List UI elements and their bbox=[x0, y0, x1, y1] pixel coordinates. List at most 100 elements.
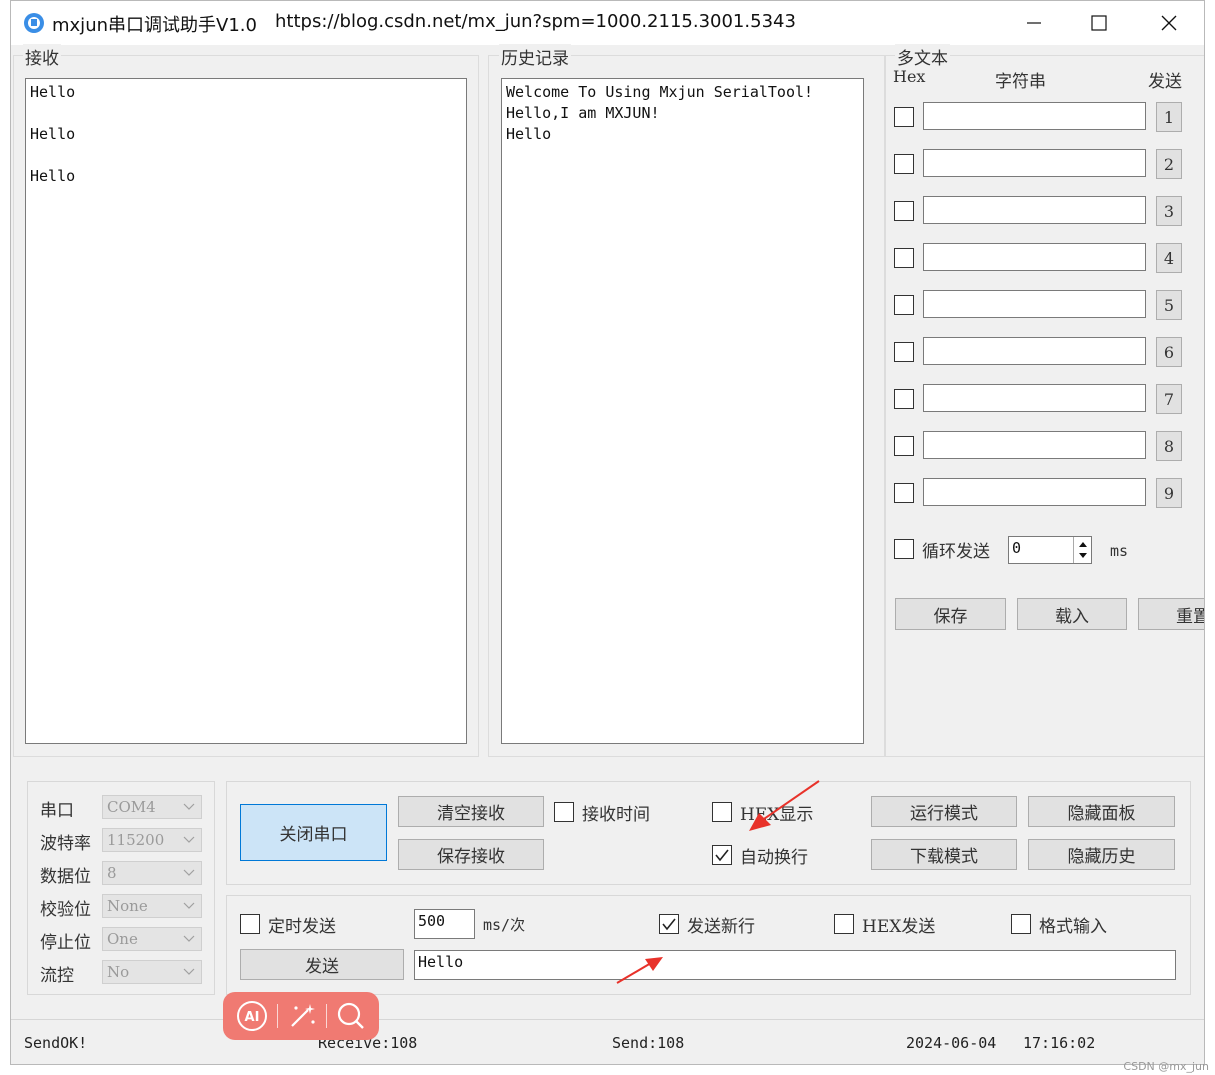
flow-label: 流控 bbox=[40, 966, 74, 986]
parity-select[interactable]: None bbox=[102, 894, 202, 918]
multi-send-button-4[interactable]: 4 bbox=[1156, 243, 1182, 273]
databits-select[interactable]: 8 bbox=[102, 861, 202, 885]
hide-history-button[interactable]: 隐藏历史 bbox=[1028, 839, 1175, 870]
chevron-down-icon bbox=[183, 803, 195, 810]
receive-time-checkbox[interactable] bbox=[554, 802, 574, 822]
maximize-button[interactable] bbox=[1067, 1, 1131, 45]
status-send-count: Send:108 bbox=[612, 1034, 685, 1052]
run-mode-button[interactable]: 运行模式 bbox=[871, 796, 1017, 827]
flow-select-value: No bbox=[107, 963, 130, 981]
multi-hex-checkbox-5[interactable] bbox=[894, 295, 914, 315]
multi-send-button-7[interactable]: 7 bbox=[1156, 384, 1182, 414]
hex-send-checkbox[interactable] bbox=[834, 914, 854, 934]
multi-hex-checkbox-2[interactable] bbox=[894, 154, 914, 174]
chevron-down-icon bbox=[183, 902, 195, 909]
chevron-down-icon bbox=[183, 935, 195, 942]
multi-string-input-4[interactable] bbox=[923, 243, 1146, 271]
stopbits-select[interactable]: One bbox=[102, 927, 202, 951]
auto-wrap-label: 自动换行 bbox=[740, 848, 808, 868]
window-title: mxjun串口调试助手V1.0 bbox=[52, 15, 257, 36]
baud-select-value: 115200 bbox=[107, 831, 165, 849]
send-text-input[interactable]: Hello bbox=[414, 950, 1176, 980]
multi-hex-checkbox-4[interactable] bbox=[894, 248, 914, 268]
spinner-arrows-icon bbox=[1079, 542, 1087, 558]
window-url: https://blog.csdn.net/mx_jun?spm=1000.21… bbox=[275, 11, 796, 32]
ai-assistant-label: AI bbox=[245, 1010, 260, 1025]
format-input-checkbox[interactable] bbox=[1011, 914, 1031, 934]
auto-wrap-checkbox[interactable] bbox=[712, 845, 732, 865]
multi-string-input-7[interactable] bbox=[923, 384, 1146, 412]
multi-hex-checkbox-1[interactable] bbox=[894, 107, 914, 127]
maximize-icon bbox=[1091, 15, 1107, 31]
multi-string-input-6[interactable] bbox=[923, 337, 1146, 365]
clear-receive-button[interactable]: 清空接收 bbox=[398, 796, 544, 827]
multi-send-button-6[interactable]: 6 bbox=[1156, 337, 1182, 367]
multi-send-button-3[interactable]: 3 bbox=[1156, 196, 1182, 226]
port-label: 串口 bbox=[40, 801, 74, 821]
app-window: mxjun串口调试助手V1.0 https://blog.csdn.net/mx… bbox=[10, 0, 1205, 1065]
multi-send-button-1[interactable]: 1 bbox=[1156, 102, 1182, 132]
app-logo-icon bbox=[24, 13, 44, 33]
databits-select-value: 8 bbox=[107, 864, 117, 882]
multi-hex-checkbox-8[interactable] bbox=[894, 436, 914, 456]
magic-wand-icon[interactable] bbox=[286, 1000, 318, 1032]
multi-hex-checkbox-6[interactable] bbox=[894, 342, 914, 362]
multi-send-button-9[interactable]: 9 bbox=[1156, 478, 1182, 508]
hex-send-label: HEX发送 bbox=[862, 917, 936, 937]
loop-interval-value: 0 bbox=[1012, 539, 1022, 557]
multi-reset-button[interactable]: 重置 bbox=[1138, 598, 1204, 630]
chevron-down-icon bbox=[183, 836, 195, 843]
multi-string-input-8[interactable] bbox=[923, 431, 1146, 459]
multi-send-button-5[interactable]: 5 bbox=[1156, 290, 1182, 320]
close-icon bbox=[1161, 15, 1177, 31]
format-input-label: 格式输入 bbox=[1039, 917, 1107, 937]
history-label: 历史记录 bbox=[499, 44, 571, 69]
multi-string-input-1[interactable] bbox=[923, 102, 1146, 130]
multi-string-input-5[interactable] bbox=[923, 290, 1146, 318]
port-select[interactable]: COM4 bbox=[102, 795, 202, 819]
search-icon[interactable] bbox=[335, 1000, 367, 1032]
timed-send-checkbox[interactable] bbox=[240, 914, 260, 934]
floating-toolbar[interactable]: AI bbox=[223, 992, 379, 1040]
string-column-header: 字符串 bbox=[995, 72, 1046, 92]
status-time: 17:16:02 bbox=[1023, 1034, 1096, 1052]
send-interval-input[interactable]: 500 bbox=[414, 909, 475, 939]
loop-interval-input[interactable]: 0 bbox=[1008, 536, 1092, 564]
chevron-down-icon bbox=[183, 869, 195, 876]
hide-panel-button[interactable]: 隐藏面板 bbox=[1028, 796, 1175, 827]
watermark: CSDN @mx_jun bbox=[1123, 1060, 1209, 1073]
close-port-button[interactable]: 关闭串口 bbox=[240, 804, 387, 861]
receive-textbox[interactable]: Hello Hello Hello bbox=[25, 78, 467, 744]
loop-interval-spinner[interactable] bbox=[1073, 537, 1091, 563]
loop-send-label: 循环发送 bbox=[922, 542, 990, 562]
history-textbox[interactable]: Welcome To Using Mxjun SerialTool! Hello… bbox=[501, 78, 864, 744]
multi-load-button[interactable]: 载入 bbox=[1017, 598, 1127, 630]
annotation-arrow-icon bbox=[616, 957, 663, 984]
receive-label: 接收 bbox=[23, 44, 61, 69]
send-button[interactable]: 发送 bbox=[240, 949, 404, 980]
send-column-header: 发送 bbox=[1148, 72, 1182, 92]
multi-hex-checkbox-7[interactable] bbox=[894, 389, 914, 409]
minimize-button[interactable] bbox=[1002, 1, 1066, 45]
ai-assistant-icon[interactable]: AI bbox=[235, 999, 269, 1033]
checkmark-icon bbox=[715, 849, 729, 862]
multi-save-button[interactable]: 保存 bbox=[895, 598, 1006, 630]
close-button[interactable] bbox=[1137, 1, 1201, 45]
baud-select[interactable]: 115200 bbox=[102, 828, 202, 852]
title-bar[interactable]: mxjun串口调试助手V1.0 https://blog.csdn.net/mx… bbox=[11, 1, 1204, 45]
multi-send-button-8[interactable]: 8 bbox=[1156, 431, 1182, 461]
multi-send-button-2[interactable]: 2 bbox=[1156, 149, 1182, 179]
port-select-value: COM4 bbox=[107, 798, 156, 816]
save-receive-button[interactable]: 保存接收 bbox=[398, 839, 544, 870]
timed-send-label: 定时发送 bbox=[268, 917, 336, 937]
multi-hex-checkbox-3[interactable] bbox=[894, 201, 914, 221]
multi-string-input-9[interactable] bbox=[923, 478, 1146, 506]
multi-hex-checkbox-9[interactable] bbox=[894, 483, 914, 503]
multi-string-input-2[interactable] bbox=[923, 149, 1146, 177]
baud-label: 波特率 bbox=[40, 834, 91, 854]
download-mode-button[interactable]: 下载模式 bbox=[871, 839, 1017, 870]
multi-string-input-3[interactable] bbox=[923, 196, 1146, 224]
send-newline-checkbox[interactable] bbox=[659, 914, 679, 934]
loop-send-checkbox[interactable] bbox=[894, 539, 914, 559]
flow-select[interactable]: No bbox=[102, 960, 202, 984]
